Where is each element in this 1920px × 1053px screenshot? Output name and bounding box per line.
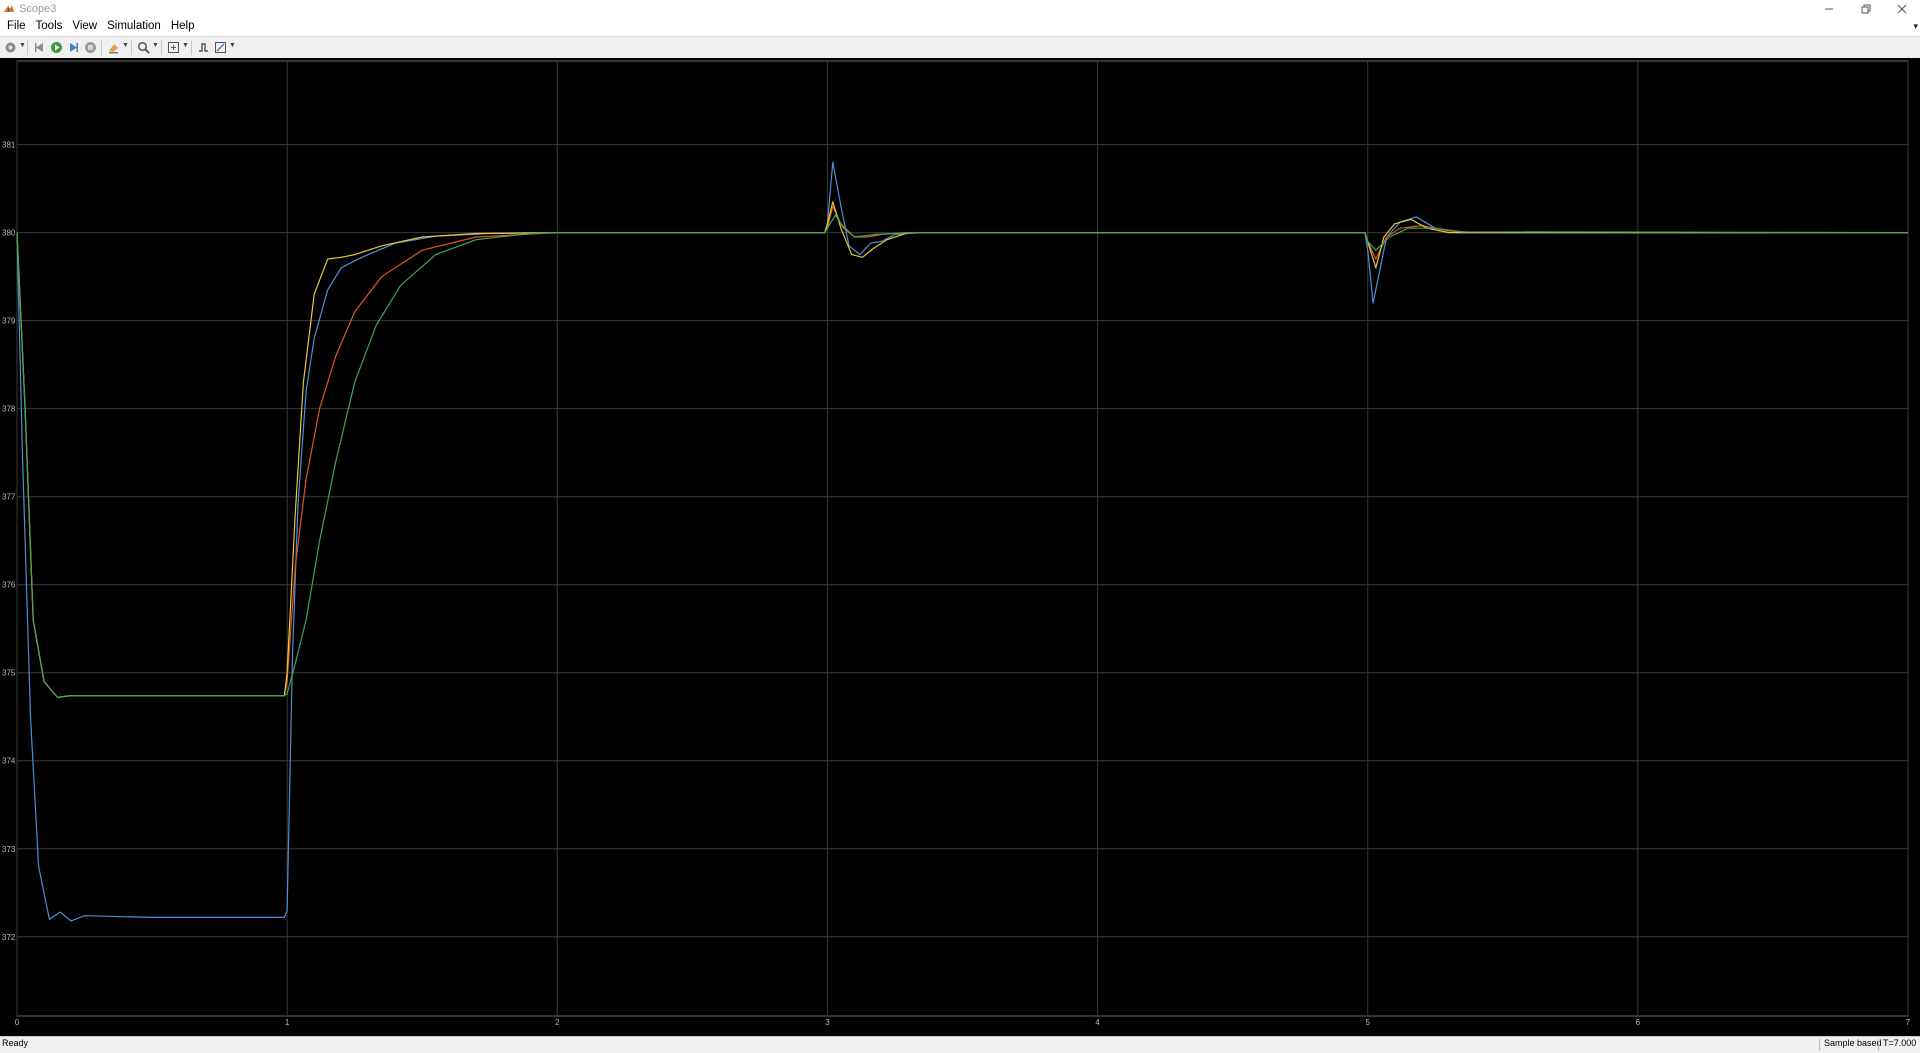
fit-axes-dropdown-icon[interactable]: ▼ xyxy=(182,42,189,49)
y-tick-label: 372 xyxy=(2,933,16,942)
minimize-icon[interactable] xyxy=(1812,0,1846,17)
toolbar-separator xyxy=(101,40,102,55)
x-tick-label: 3 xyxy=(825,1018,830,1027)
scope-display[interactable]: 0 1 2 3 4 5 6 7 372 373 374 375 376 377 378 379 380 381 xyxy=(0,58,1920,1036)
sample-mode-indicator: Sample based xyxy=(1824,1038,1882,1048)
scope-plot[interactable]: 0 1 2 3 4 5 6 7 372 373 374 375 376 377 378 379 380 381 xyxy=(0,58,1920,1036)
menu-file[interactable]: File xyxy=(2,17,31,36)
x-tick-label: 0 xyxy=(15,1018,20,1027)
x-tick-label: 5 xyxy=(1365,1018,1370,1027)
toolbar-separator xyxy=(161,40,162,55)
y-tick-label: 374 xyxy=(2,757,16,766)
toolbar-separator xyxy=(131,40,132,55)
tick-layer: 0 1 2 3 4 5 6 7 372 373 374 375 376 377 378 379 380 381 xyxy=(2,141,1911,1027)
status-separator xyxy=(1878,1039,1879,1051)
highlight-icon[interactable] xyxy=(106,40,120,54)
x-tick-label: 2 xyxy=(555,1018,560,1027)
grid-layer xyxy=(16,60,1909,1017)
menu-tools[interactable]: Tools xyxy=(31,17,68,36)
y-tick-label: 375 xyxy=(2,669,16,678)
step-back-icon[interactable] xyxy=(32,40,46,54)
zoom-icon[interactable] xyxy=(136,40,150,54)
run-icon[interactable] xyxy=(49,40,63,54)
title-bar: Scope3 xyxy=(0,0,1920,17)
status-separator xyxy=(1819,1039,1820,1051)
highlight-dropdown-icon[interactable]: ▼ xyxy=(122,42,129,49)
status-bar: Ready Sample based T=7.000 xyxy=(0,1036,1920,1053)
y-tick-label: 378 xyxy=(2,405,16,414)
y-tick-label: 377 xyxy=(2,493,16,502)
toolbar-separator xyxy=(27,40,28,55)
y-tick-label: 381 xyxy=(2,141,16,150)
measurements-dropdown-icon[interactable]: ▼ xyxy=(229,42,236,49)
series-line-4 xyxy=(16,214,1909,698)
settings-icon[interactable] xyxy=(3,40,17,54)
simulation-time: T=7.000 xyxy=(1883,1038,1917,1048)
series-line-3 xyxy=(16,201,1908,698)
stop-icon[interactable] xyxy=(83,40,97,54)
close-icon[interactable] xyxy=(1885,0,1919,17)
settings-dropdown-icon[interactable]: ▼ xyxy=(19,42,26,49)
menu-simulation[interactable]: Simulation xyxy=(102,17,166,36)
x-tick-label: 7 xyxy=(1906,1018,1911,1027)
y-tick-label: 379 xyxy=(2,317,16,326)
collapse-menu-icon[interactable]: ▾ xyxy=(1913,17,1918,36)
step-forward-icon[interactable] xyxy=(66,40,80,54)
y-tick-label: 376 xyxy=(2,581,16,590)
restore-icon[interactable] xyxy=(1849,0,1883,17)
y-tick-label: 373 xyxy=(2,845,16,854)
series-line-1 xyxy=(16,161,1908,922)
axes-frame xyxy=(16,60,1909,1017)
window-title: Scope3 xyxy=(19,2,57,15)
measurements-icon[interactable] xyxy=(213,40,227,54)
fit-axes-icon[interactable] xyxy=(166,40,180,54)
menu-help[interactable]: Help xyxy=(166,17,200,36)
zoom-dropdown-icon[interactable]: ▼ xyxy=(152,42,159,49)
matlab-logo-icon xyxy=(4,4,14,12)
x-tick-label: 4 xyxy=(1095,1018,1100,1027)
menu-view[interactable]: View xyxy=(67,17,102,36)
toolbar: ▼ ▼ ▼ ▼ ▼ xyxy=(0,36,1920,59)
x-tick-label: 6 xyxy=(1636,1018,1641,1027)
status-text: Ready xyxy=(2,1038,29,1048)
y-tick-label: 380 xyxy=(2,229,16,238)
toolbar-separator xyxy=(191,40,192,55)
series-line-2 xyxy=(16,205,1908,698)
x-tick-label: 1 xyxy=(285,1018,290,1027)
series-layer xyxy=(16,161,1909,922)
menu-bar: File Tools View Simulation Help ▾ xyxy=(0,17,1920,36)
triggers-icon[interactable] xyxy=(196,40,210,54)
